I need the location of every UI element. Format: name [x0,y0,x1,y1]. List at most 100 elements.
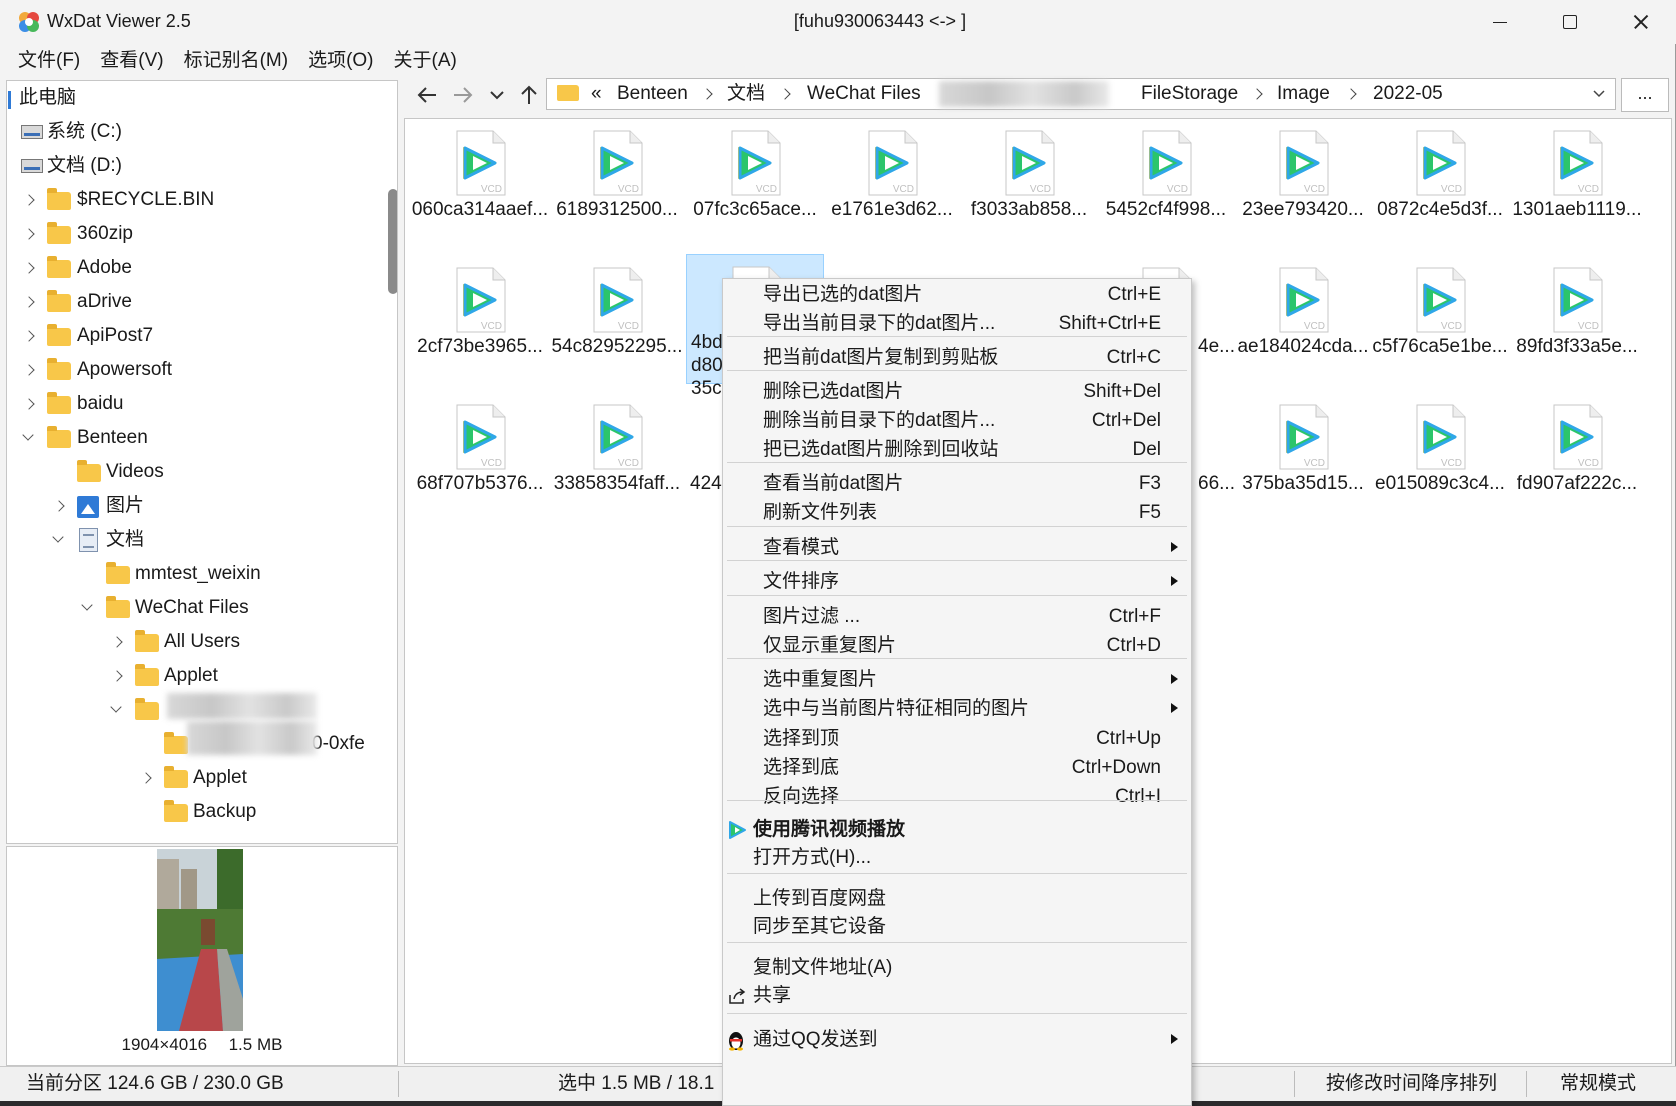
menu-item-open-with[interactable]: 打开方式(H)... [723,843,1191,872]
tree-item-apipost7[interactable]: ApiPost7 [7,319,379,353]
chevron-right-icon[interactable] [23,251,37,285]
file-item[interactable]: VCD 23ee793420... [1234,123,1372,253]
context-menu-item[interactable]: 删除当前目录下的dat图片... Ctrl+Del [723,405,1191,436]
menu-mark-alias[interactable]: 标记别名(M) [174,44,298,78]
file-item[interactable]: VCD e015089c3c4... [1371,397,1509,527]
file-item[interactable]: VCD c5f76ca5e1be... [1371,260,1509,390]
tree-item-mmtest-weixin[interactable]: mmtest_weixin [7,557,379,591]
chevron-down-icon[interactable] [82,591,96,625]
menu-item-share[interactable]: 共享 [723,981,1191,1010]
chevron-right-icon[interactable] [23,319,37,353]
breadcrumb-benteen[interactable]: Benteen [617,79,688,109]
menu-item-copy-file-path[interactable]: 复制文件地址(A) [723,953,1191,982]
file-item[interactable]: VCD 2cf73be3965... [411,260,549,390]
file-item[interactable]: VCD 68f707b5376... [411,397,549,527]
tree-item-adrive[interactable]: aDrive [7,285,379,319]
chevron-right-icon[interactable] [111,625,125,659]
menu-file[interactable]: 文件(F) [8,44,90,78]
tree-item-backup[interactable]: Backup [7,795,379,829]
file-item[interactable]: VCD 060ca314aaef... [411,123,549,253]
tree-item-360zip[interactable]: 360zip [7,217,379,251]
context-menu-item[interactable]: 选中与当前图片特征相同的图片 [723,693,1191,724]
menu-options[interactable]: 选项(O) [298,44,383,78]
file-item[interactable]: VCD fd907af222c... [1508,397,1646,527]
tree-item-wechat-files[interactable]: WeChat Files [7,591,379,625]
back-arrow-icon[interactable] [412,80,442,110]
tree-item-benteen[interactable]: Benteen [7,421,379,455]
tree-item-applet[interactable]: Applet [7,659,379,693]
context-menu-item[interactable]: 删除已选dat图片 Shift+Del [723,376,1191,407]
tree-item-drive-c[interactable]: 系统 (C:) [7,115,379,149]
minimize-button[interactable] [1464,0,1534,44]
address-bar[interactable]: « Benteen 文档 WeChat Files FileStorage Im… [546,78,1616,110]
context-menu-item[interactable]: 反向选择 Ctrl+I [723,781,1191,812]
tree-item-recycle-bin[interactable]: $RECYCLE.BIN [7,183,379,217]
chevron-right-icon[interactable] [140,761,154,795]
file-item[interactable]: VCD 6189312500... [548,123,686,253]
file-item[interactable]: VCD e1761e3d62... [823,123,961,253]
menu-item-play-with-tencent-video[interactable]: 使用腾讯视频播放 [723,815,1191,844]
context-menu-item[interactable]: 选择到底 Ctrl+Down [723,752,1191,783]
tree-item-this-pc[interactable]: 此电脑 [7,81,379,115]
maximize-button[interactable] [1534,0,1604,44]
chevron-right-icon[interactable] [23,353,37,387]
chevron-right-icon[interactable] [23,285,37,319]
file-item[interactable]: VCD ae184024cda... [1234,260,1372,390]
tree-item-applet-sub[interactable]: Applet [7,761,379,795]
tree-item-videos[interactable]: Videos [7,455,379,489]
tree-vertical-scrollbar[interactable] [388,189,397,294]
context-menu-item[interactable]: 图片过滤 ... Ctrl+F [723,601,1191,632]
menu-view[interactable]: 查看(V) [90,44,173,78]
tree-item-baidu[interactable]: baidu [7,387,379,421]
context-menu-item[interactable]: 把当前dat图片复制到剪贴板 Ctrl+C [723,342,1191,373]
menu-item-send-via-qq[interactable]: 通过QQ发送到 [723,1025,1191,1054]
chevron-down-icon[interactable] [111,693,125,727]
chevron-right-icon[interactable] [1345,88,1357,100]
file-item[interactable]: VCD 0872c4e5d3f... [1371,123,1509,253]
tree-item-documents[interactable]: 文档 [7,523,379,557]
context-menu-item[interactable]: 文件排序 [723,566,1191,597]
tree-item-all-users[interactable]: All Users [7,625,379,659]
breadcrumb-wechat-files[interactable]: WeChat Files [807,79,921,109]
chevron-right-icon[interactable] [23,183,37,217]
breadcrumb-image[interactable]: Image [1277,79,1330,109]
breadcrumb-filestorage[interactable]: FileStorage [1141,79,1238,109]
tree-item-apowersoft[interactable]: Apowersoft [7,353,379,387]
menu-item-sync-other-devices[interactable]: 同步至其它设备 [723,912,1191,941]
folder-tree[interactable]: 此电脑 系统 (C:) 文档 (D:) $RECYCLE.BIN 360zip … [6,80,398,844]
menu-about[interactable]: 关于(A) [384,44,467,78]
chevron-right-icon[interactable] [23,387,37,421]
up-arrow-icon[interactable] [514,80,544,110]
chevron-right-icon[interactable] [779,88,791,100]
chevron-right-icon[interactable] [53,489,67,523]
file-item[interactable]: VCD f3033ab858... [960,123,1098,253]
context-menu-item[interactable]: 把已选dat图片删除到回收站 Del [723,434,1191,465]
tree-item-drive-d[interactable]: 文档 (D:) [7,149,379,183]
breadcrumb-2022-05[interactable]: 2022-05 [1373,79,1443,109]
chevron-right-icon[interactable] [23,217,37,251]
breadcrumb-documents[interactable]: 文档 [727,79,765,109]
breadcrumb-overflow[interactable]: « [591,79,602,109]
more-button[interactable]: ... [1621,78,1669,112]
file-item[interactable]: VCD 54c82952295... [548,260,686,390]
tree-item-adobe[interactable]: Adobe [7,251,379,285]
menu-item-upload-baidu-netdisk[interactable]: 上传到百度网盘 [723,884,1191,913]
chevron-down-icon[interactable] [23,421,37,455]
file-item[interactable]: VCD 375ba35d15... [1234,397,1372,527]
close-button[interactable] [1604,0,1674,44]
file-item[interactable]: VCD 5452cf4f998... [1097,123,1235,253]
file-item[interactable]: VCD 1301aeb1119... [1508,123,1646,253]
context-menu-item[interactable]: 导出已选的dat图片 Ctrl+E [723,279,1191,310]
chevron-down-icon[interactable] [53,523,67,557]
chevron-down-icon[interactable] [1591,86,1607,102]
file-item[interactable]: VCD 89fd3f33a5e... [1508,260,1646,390]
forward-arrow-icon[interactable] [448,80,478,110]
tree-item-pictures[interactable]: 图片 [7,489,379,523]
chevron-right-icon[interactable] [111,659,125,693]
context-menu-item[interactable]: 导出当前目录下的dat图片... Shift+Ctrl+E [723,308,1191,339]
file-item[interactable]: VCD 07fc3c65ace... [686,123,824,253]
context-menu-item[interactable]: 刷新文件列表 F5 [723,497,1191,528]
chevron-right-icon[interactable] [1251,88,1263,100]
context-menu-item[interactable]: 查看当前dat图片 F3 [723,468,1191,499]
context-menu-item[interactable]: 仅显示重复图片 Ctrl+D [723,630,1191,661]
